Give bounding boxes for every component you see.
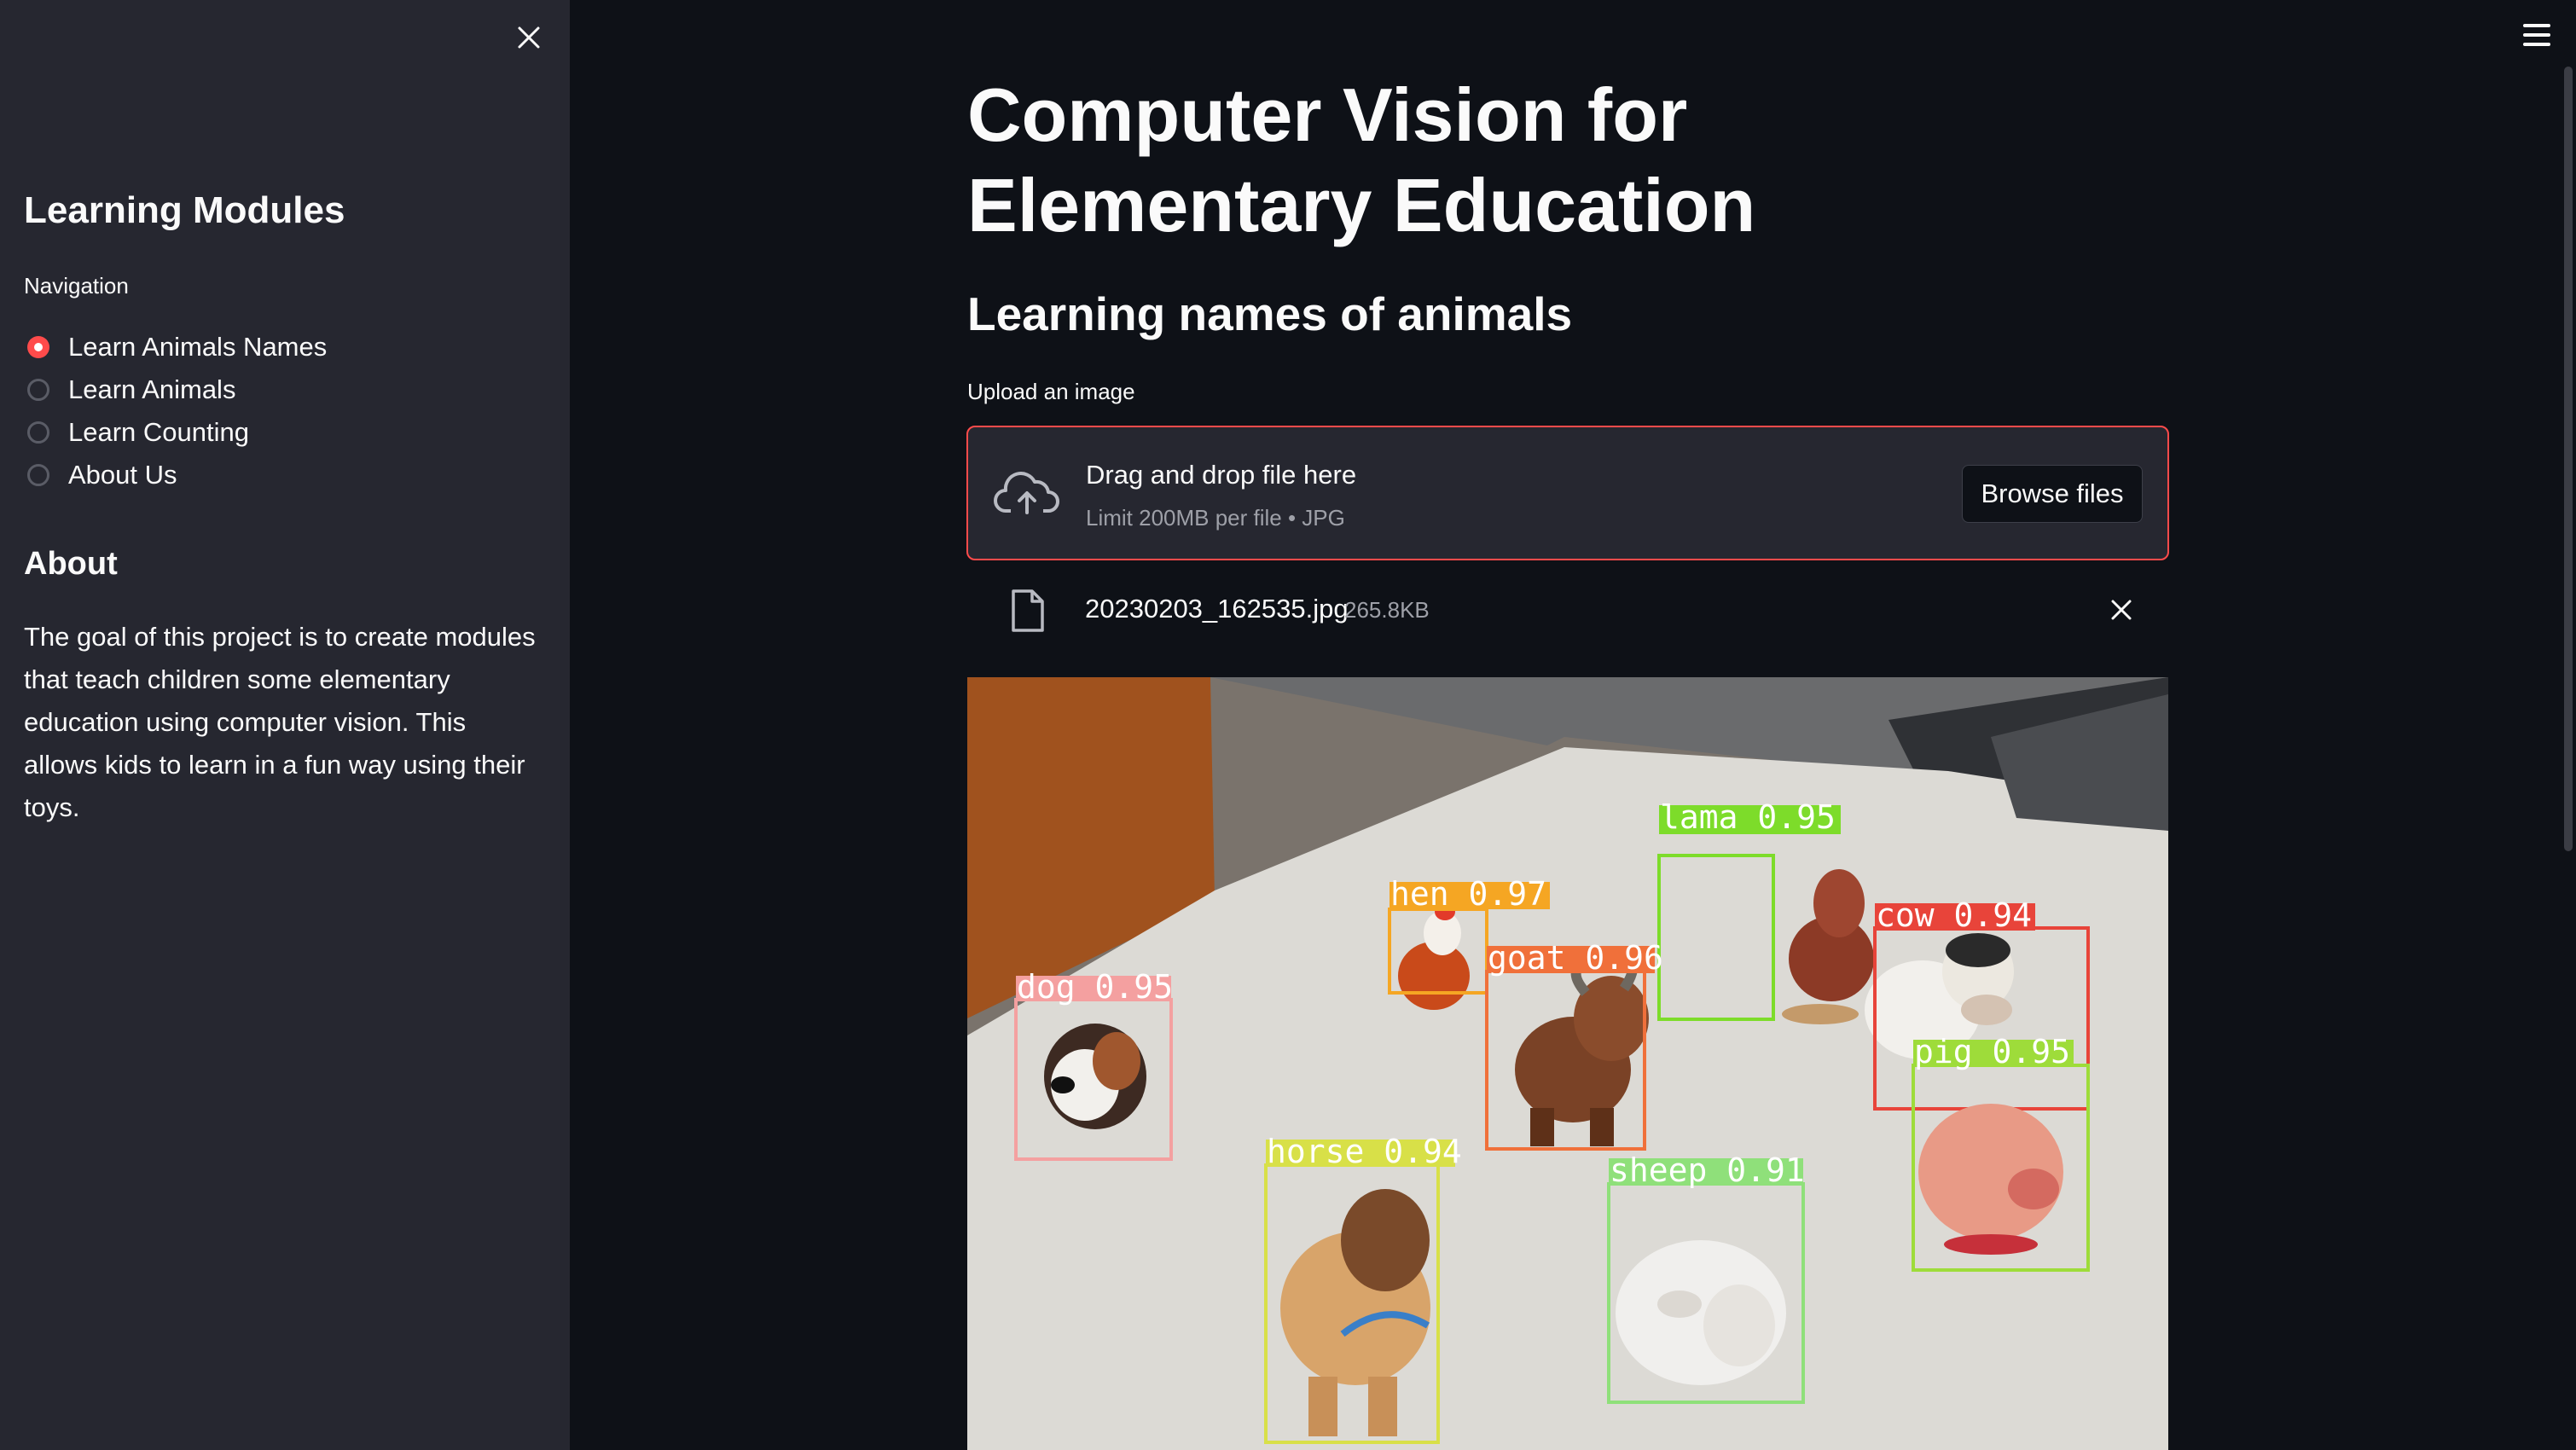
toy-dog — [1044, 1024, 1146, 1129]
detection-label-horse: horse 0.94 — [1267, 1133, 1462, 1170]
nav-option-label: Learn Animals — [68, 374, 236, 404]
detection-label-cow: cow 0.94 — [1876, 896, 2032, 934]
page-title: Computer Vision for Elementary Education — [967, 72, 1756, 247]
detection-label-lama: lama 0.95 — [1660, 798, 1836, 836]
nav-option-learn-animals-names[interactable]: Learn Animals Names — [27, 326, 327, 368]
file-size: 265.8KB — [1344, 597, 1430, 623]
sidebar-title: Learning Modules — [24, 189, 345, 231]
nav-option-label: About Us — [68, 460, 177, 490]
hamburger-icon-line — [2523, 33, 2550, 37]
dropzone-title: Drag and drop file here — [1086, 460, 1357, 490]
remove-file-button[interactable] — [2102, 590, 2141, 629]
about-title: About — [24, 546, 118, 582]
nav-option-label: Learn Counting — [68, 417, 249, 447]
detection-label-pig: pig 0.95 — [1914, 1033, 2070, 1070]
detection-result-image: dog 0.95 hen 0.97 goat 0.96 lama 0.95 co… — [967, 677, 2168, 1450]
close-icon — [518, 26, 540, 49]
cloud-upload-icon — [994, 472, 1059, 514]
toy-sheep — [1616, 1240, 1786, 1385]
radio-selected-icon — [27, 336, 49, 358]
detection-label-hen: hen 0.97 — [1390, 875, 1546, 913]
file-dropzone[interactable]: Drag and drop file here Limit 200MB per … — [966, 426, 2169, 560]
uploaded-file-row: 20230203_162535.jpg 265.8KB — [967, 580, 2170, 640]
about-text: The goal of this project is to create mo… — [24, 622, 536, 822]
browse-files-button[interactable]: Browse files — [1962, 465, 2143, 523]
nav-option-learn-counting[interactable]: Learn Counting — [27, 411, 327, 454]
navigation-radio-group: Learn Animals Names Learn Animals Learn … — [27, 326, 327, 496]
nav-option-about-us[interactable]: About Us — [27, 454, 327, 496]
detection-label-sheep: sheep 0.91 — [1610, 1151, 1805, 1189]
scrollbar[interactable] — [2564, 67, 2573, 851]
section-subtitle: Learning names of animals — [967, 287, 1573, 340]
radio-unselected-icon — [27, 464, 49, 486]
sidebar-close-button[interactable] — [508, 17, 549, 58]
close-icon — [2111, 600, 2132, 620]
radio-unselected-icon — [27, 421, 49, 444]
navigation-label: Navigation — [24, 273, 129, 299]
nav-option-label: Learn Animals Names — [68, 332, 328, 362]
hamburger-icon — [2523, 24, 2550, 27]
detection-label-dog: dog 0.95 — [1017, 968, 1173, 1006]
nav-option-learn-animals[interactable]: Learn Animals — [27, 368, 327, 411]
file-name: 20230203_162535.jpg — [1085, 594, 1349, 624]
sidebar: Learning Modules Navigation Learn Animal… — [0, 0, 570, 1450]
hamburger-icon-line — [2523, 43, 2550, 46]
main-menu-button[interactable] — [2518, 19, 2556, 51]
result-image-canvas: dog 0.95 hen 0.97 goat 0.96 lama 0.95 co… — [967, 677, 2168, 1450]
radio-unselected-icon — [27, 379, 49, 401]
detection-label-goat: goat 0.96 — [1488, 939, 1663, 977]
upload-label: Upload an image — [967, 379, 1135, 404]
dropzone-limit: Limit 200MB per file • JPG — [1086, 505, 1345, 531]
file-icon — [1012, 589, 1044, 632]
